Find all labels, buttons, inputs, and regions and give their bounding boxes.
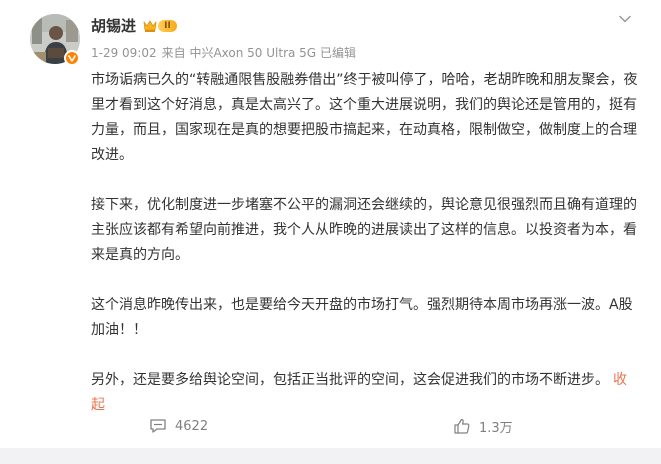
edited-label[interactable]: 已编辑 [320,46,356,60]
member-level-badge[interactable]: II [158,20,177,32]
author-name[interactable]: 胡锡进 [91,16,136,36]
chevron-down-icon[interactable] [617,11,633,27]
post-meta: 1-29 09:02 来自 中兴Axon 50 Ultra 5G 已编辑 [91,44,361,62]
verified-badge-icon [64,50,80,66]
thumbs-up-icon [454,418,470,434]
post-paragraph: 这个消息昨晚传出来，也是要给今天开盘的市场打气。强烈期待本周市场再涨一波。A股加… [91,297,633,338]
comment-button[interactable]: 4622 [149,412,208,440]
verified-v-glyph [68,55,76,62]
post-paragraph-last: 另外，还是要多给舆论空间，包括正当批评的空间，这会促进我们的市场不断进步。 收起 [91,368,639,418]
action-bar: 4622 1.3万 [0,412,661,440]
post-content: 市场诟病已久的“转融通限售股融券借出”终于被叫停了，哈哈，老胡昨晚和朋友聚会，夜… [91,68,639,418]
comment-count: 4622 [175,418,209,434]
post-time[interactable]: 1-29 09:02 [91,46,157,60]
page-background [0,448,661,464]
post-source: 来自 中兴Axon 50 Ultra 5G [161,46,317,60]
like-button[interactable]: 1.3万 [453,412,513,440]
post-paragraph: 市场诟病已久的“转融通限售股融券借出”终于被叫停了，哈哈，老胡昨晚和朋友聚会，夜… [91,72,638,163]
crown-icon[interactable] [142,18,158,34]
post-paragraph-text: 另外，还是要多给舆论空间，包括正当批评的空间，这会促进我们的市场不断进步。 [91,372,609,388]
like-count: 1.3万 [479,420,513,436]
post-paragraph: 接下来，优化制度进一步堵塞不公平的漏洞还会继续的，舆论意见很强烈而且确有道理的主… [91,197,637,263]
comment-icon [150,419,166,433]
